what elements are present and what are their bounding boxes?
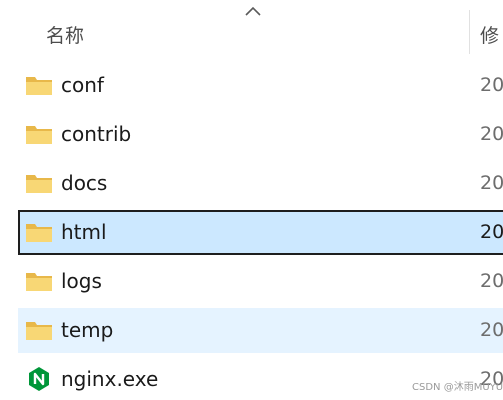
item-date: 20 xyxy=(480,270,503,292)
item-date: 20 xyxy=(480,123,503,145)
item-name: temp xyxy=(61,318,114,342)
item-name: contrib xyxy=(61,122,132,146)
list-item-html[interactable]: html 20 xyxy=(18,210,503,255)
item-date: 20 xyxy=(480,74,503,96)
item-name: conf xyxy=(61,73,104,97)
list-item-logs[interactable]: logs 20 xyxy=(18,259,503,304)
item-name: html xyxy=(61,220,107,244)
column-divider[interactable] xyxy=(469,10,470,54)
folder-icon xyxy=(26,175,52,193)
file-explorer: 名称 修 conf 20 contrib 20 docs 20 html 20 … xyxy=(0,0,503,400)
item-name: docs xyxy=(61,171,108,195)
folder-icon xyxy=(26,77,52,95)
watermark: CSDN @沐雨MUYU xyxy=(412,382,503,393)
item-name: nginx.exe xyxy=(61,367,159,391)
list-item-contrib[interactable]: contrib 20 xyxy=(18,112,503,157)
column-header: 名称 修 xyxy=(0,0,503,56)
column-header-modified[interactable]: 修 xyxy=(480,21,499,48)
list-item-temp[interactable]: temp 20 xyxy=(18,308,503,353)
item-date: 20 xyxy=(480,319,503,341)
item-date: 20 xyxy=(480,172,503,194)
list-item-docs[interactable]: docs 20 xyxy=(18,161,503,206)
item-name: logs xyxy=(61,269,102,293)
folder-icon xyxy=(26,273,52,291)
item-date: 20 xyxy=(480,221,503,243)
folder-icon xyxy=(26,126,52,144)
column-header-name[interactable]: 名称 xyxy=(46,21,84,48)
folder-icon xyxy=(26,224,52,242)
nginx-icon xyxy=(29,367,49,391)
folder-icon xyxy=(26,322,52,340)
list-item-conf[interactable]: conf 20 xyxy=(18,63,503,108)
sort-ascending-icon xyxy=(245,6,261,16)
